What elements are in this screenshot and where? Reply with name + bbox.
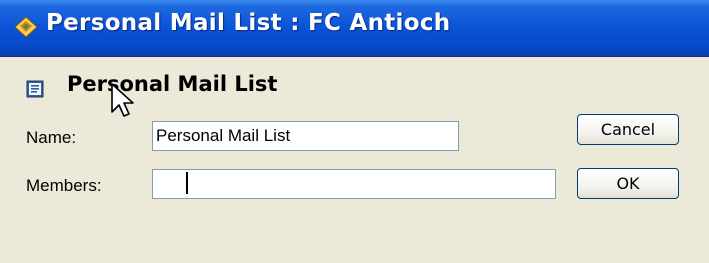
window-title: Personal Mail List : FC Antioch bbox=[46, 10, 451, 36]
name-label: Name: bbox=[26, 128, 77, 147]
name-field[interactable]: Personal Mail List bbox=[152, 121, 459, 151]
notes-icon bbox=[14, 16, 38, 38]
cancel-button[interactable]: Cancel bbox=[577, 114, 679, 145]
ok-button[interactable]: OK bbox=[577, 168, 679, 199]
form-icon bbox=[26, 80, 44, 98]
title-bar[interactable]: Personal Mail List : FC Antioch bbox=[0, 0, 709, 57]
members-field[interactable] bbox=[152, 169, 556, 199]
text-caret bbox=[186, 172, 188, 194]
form-heading: Personal Mail List bbox=[67, 72, 278, 96]
members-label: Members: bbox=[26, 176, 102, 195]
mouse-pointer-icon bbox=[111, 83, 134, 117]
